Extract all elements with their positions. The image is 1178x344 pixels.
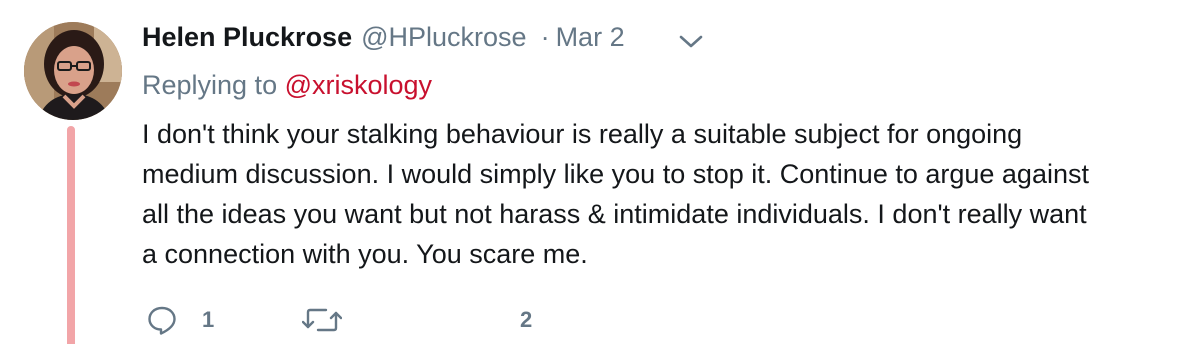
tweet-date[interactable]: Mar 2 bbox=[556, 22, 625, 53]
avatar[interactable] bbox=[24, 22, 122, 120]
like-button[interactable]: 2 bbox=[520, 300, 532, 340]
replying-to-handle[interactable]: @xriskology bbox=[285, 70, 432, 100]
thread-connector-line bbox=[67, 126, 75, 344]
tweet-header: Helen Pluckrose @HPluckrose · Mar 2 bbox=[142, 22, 625, 56]
reply-count: 1 bbox=[202, 307, 215, 332]
reply-icon bbox=[146, 304, 178, 336]
tweet-text-line: a connection with you. You scare me. bbox=[142, 239, 588, 269]
retweet-icon bbox=[302, 305, 342, 335]
like-count: 2 bbox=[520, 307, 533, 332]
retweet-button[interactable] bbox=[302, 300, 356, 340]
separator-dot: · bbox=[540, 22, 550, 52]
avatar-image bbox=[24, 22, 122, 120]
replying-to: Replying to @xriskology bbox=[142, 70, 432, 101]
tweet-text-line: all the ideas you want but not harass & … bbox=[142, 199, 1087, 229]
reply-button[interactable]: 1 bbox=[146, 300, 214, 340]
tweet-text-line: medium discussion. I would simply like y… bbox=[142, 159, 1089, 189]
tweet: Helen Pluckrose @HPluckrose · Mar 2 Repl… bbox=[0, 0, 1178, 344]
replying-to-label: Replying to bbox=[142, 70, 278, 100]
user-handle[interactable]: @HPluckrose bbox=[361, 22, 526, 53]
tweet-text: I don't think your stalking behaviour is… bbox=[142, 114, 1152, 274]
display-name[interactable]: Helen Pluckrose bbox=[142, 22, 352, 53]
chevron-down-icon[interactable] bbox=[678, 34, 704, 50]
tweet-text-line: I don't think your stalking behaviour is… bbox=[142, 119, 1023, 149]
